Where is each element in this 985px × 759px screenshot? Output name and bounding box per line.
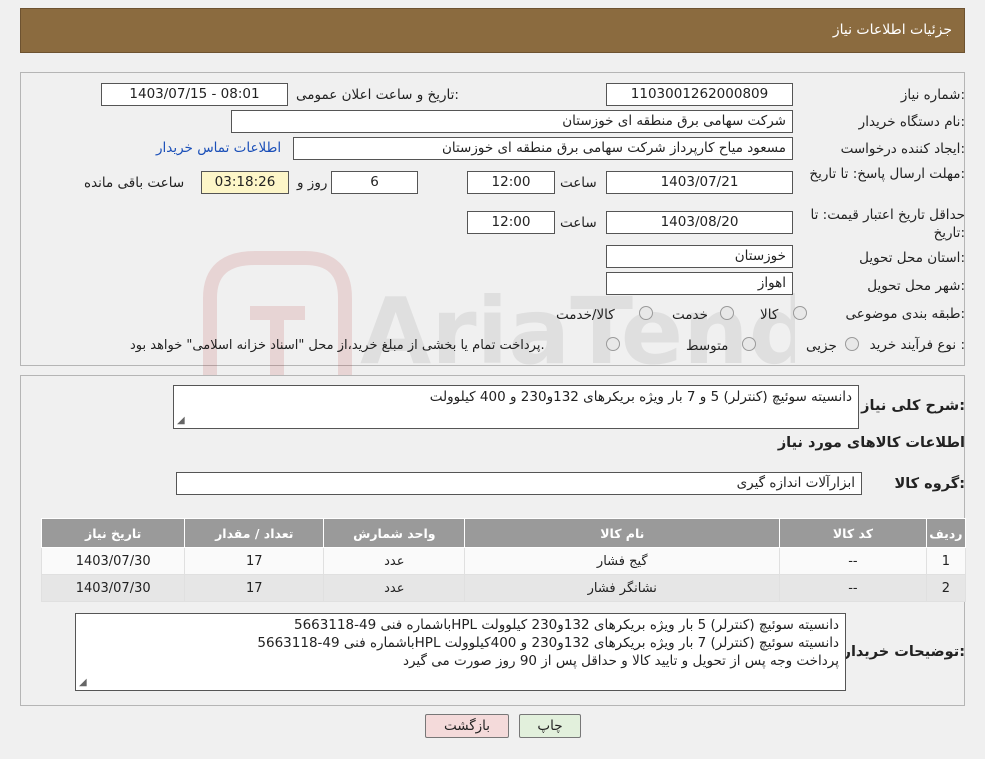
remaining-time-field: 03:18:26 [201,171,289,194]
page-header: جزئیات اطلاعات نیاز [20,8,965,53]
cell-unit: عدد [323,574,466,602]
buyer-note-line: دانسیته سوئیچ (کنترلر) 7 بار ویژه بریکره… [257,635,839,651]
need-number-label: شماره نیاز: [900,87,965,103]
reply-deadline-label: مهلت ارسال پاسخ: تا تاریخ: [809,166,965,182]
validity-date-field: 1403/08/20 [606,211,793,234]
cell-date: 1403/07/30 [40,547,186,575]
buyer-notes-field: دانسیته سوئیچ (کنترلر) 5 بار ویژه بریکره… [75,613,846,691]
buyer-note-line: پرداخت وجه پس از تحویل و تایید کالا و حد… [402,653,839,669]
description-label: شرح کلی نیاز: [861,398,965,414]
cell-qty: 17 [184,574,325,602]
items-table: ردیف کد کالا نام کالا واحد شمارش تعداد /… [40,518,967,602]
category-option-goods: کالا [760,307,779,323]
treasury-note: پرداخت تمام یا بخشی از مبلغ خرید،از محل … [130,338,545,353]
resize-grip-icon: ◢ [177,415,185,426]
need-number-field: 1103001262000809 [606,83,793,106]
cell-qty: 17 [184,547,325,575]
purchase-option-medium: متوسط [686,338,729,354]
remaining-time-label: ساعت باقی مانده [84,175,185,191]
cell-unit: عدد [323,547,466,575]
validity-time-field: 12:00 [467,211,555,234]
goods-group-label: گروه کالا: [894,476,965,492]
validity-time-label: ساعت [560,215,597,231]
purchase-radio-medium[interactable] [742,337,756,351]
city-field: اهواز [606,272,793,295]
col-header-unit: واحد شمارش [323,518,466,548]
days-label: روز و [297,175,328,191]
description-text: دانسیته سوئیچ (کنترلر) 5 و 7 بار ویژه بر… [429,389,852,405]
col-header-code: کد کالا [779,518,927,548]
cell-name: گیج فشار [464,547,781,575]
reply-date-field: 1403/07/21 [606,171,793,194]
col-header-name: نام کالا [464,518,781,548]
resize-grip-icon: ◢ [79,677,87,688]
reply-time-field: 12:00 [467,171,555,194]
buyer-org-label: نام دستگاه خریدار: [858,114,965,130]
print-button[interactable]: چاپ [519,714,581,738]
cell-row: 2 [925,574,967,602]
back-button[interactable]: بازگشت [425,714,509,738]
goods-info-title: اطلاعات کالاهای مورد نیاز [777,435,965,451]
province-field: خوزستان [606,245,793,268]
table-header-row: ردیف کد کالا نام کالا واحد شمارش تعداد /… [40,518,967,548]
cell-name: نشانگر فشار [464,574,781,602]
purchase-radio-minor[interactable] [845,337,859,351]
buyer-note-line: دانسیته سوئیچ (کنترلر) 5 بار ویژه بریکره… [294,617,839,633]
category-label: طبقه بندی موضوعی: [845,306,965,322]
category-option-service: خدمت [672,307,708,323]
category-radio-goods-service[interactable] [639,306,653,320]
page-title: جزئیات اطلاعات نیاز [832,22,952,38]
category-option-goods-service: کالا/خدمت [556,307,615,323]
buyer-contact-link[interactable]: اطلاعات تماس خریدار [156,140,281,156]
col-header-date: تاریخ نیاز [40,518,186,548]
creator-field: مسعود میاح کارپرداز شرکت سهامی برق منطقه… [293,137,793,160]
description-field: دانسیته سوئیچ (کنترلر) 5 و 7 بار ویژه بر… [173,385,859,429]
province-label: استان محل تحویل: [859,250,965,266]
cell-code: -- [779,547,927,575]
city-label: شهر محل تحویل: [867,278,965,294]
reply-time-label: ساعت [560,175,597,191]
buyer-notes-label: توضیحات خریدار: [842,644,965,660]
purchase-option-minor: جزیی [806,338,837,354]
announce-field: 1403/07/15 - 08:01 [101,83,288,106]
purchase-type-label: نوع فرآیند خرید : [869,337,965,353]
table-row: 1 -- گیج فشار عدد 17 1403/07/30 [40,547,967,575]
creator-label: ایجاد کننده درخواست: [840,141,965,157]
col-header-qty: تعداد / مقدار [184,518,325,548]
goods-group-field: ابزارآلات اندازه گیری [176,472,862,495]
announce-label: تاریخ و ساعت اعلان عمومی: [296,87,459,103]
col-header-row: ردیف [925,518,967,548]
days-field: 6 [331,171,418,194]
category-radio-service[interactable] [720,306,734,320]
treasury-checkbox[interactable] [606,337,620,351]
cell-code: -- [779,574,927,602]
buyer-org-field: شرکت سهامی برق منطقه ای خوزستان [231,110,793,133]
cell-date: 1403/07/30 [40,574,186,602]
table-row: 2 -- نشانگر فشار عدد 17 1403/07/30 [40,574,967,602]
cell-row: 1 [925,547,967,575]
items-table-wrap: ردیف کد کالا نام کالا واحد شمارش تعداد /… [40,518,967,602]
category-radio-goods[interactable] [793,306,807,320]
validity-label: حداقل تاریخ اعتبار قیمت: تا تاریخ: [810,207,965,241]
